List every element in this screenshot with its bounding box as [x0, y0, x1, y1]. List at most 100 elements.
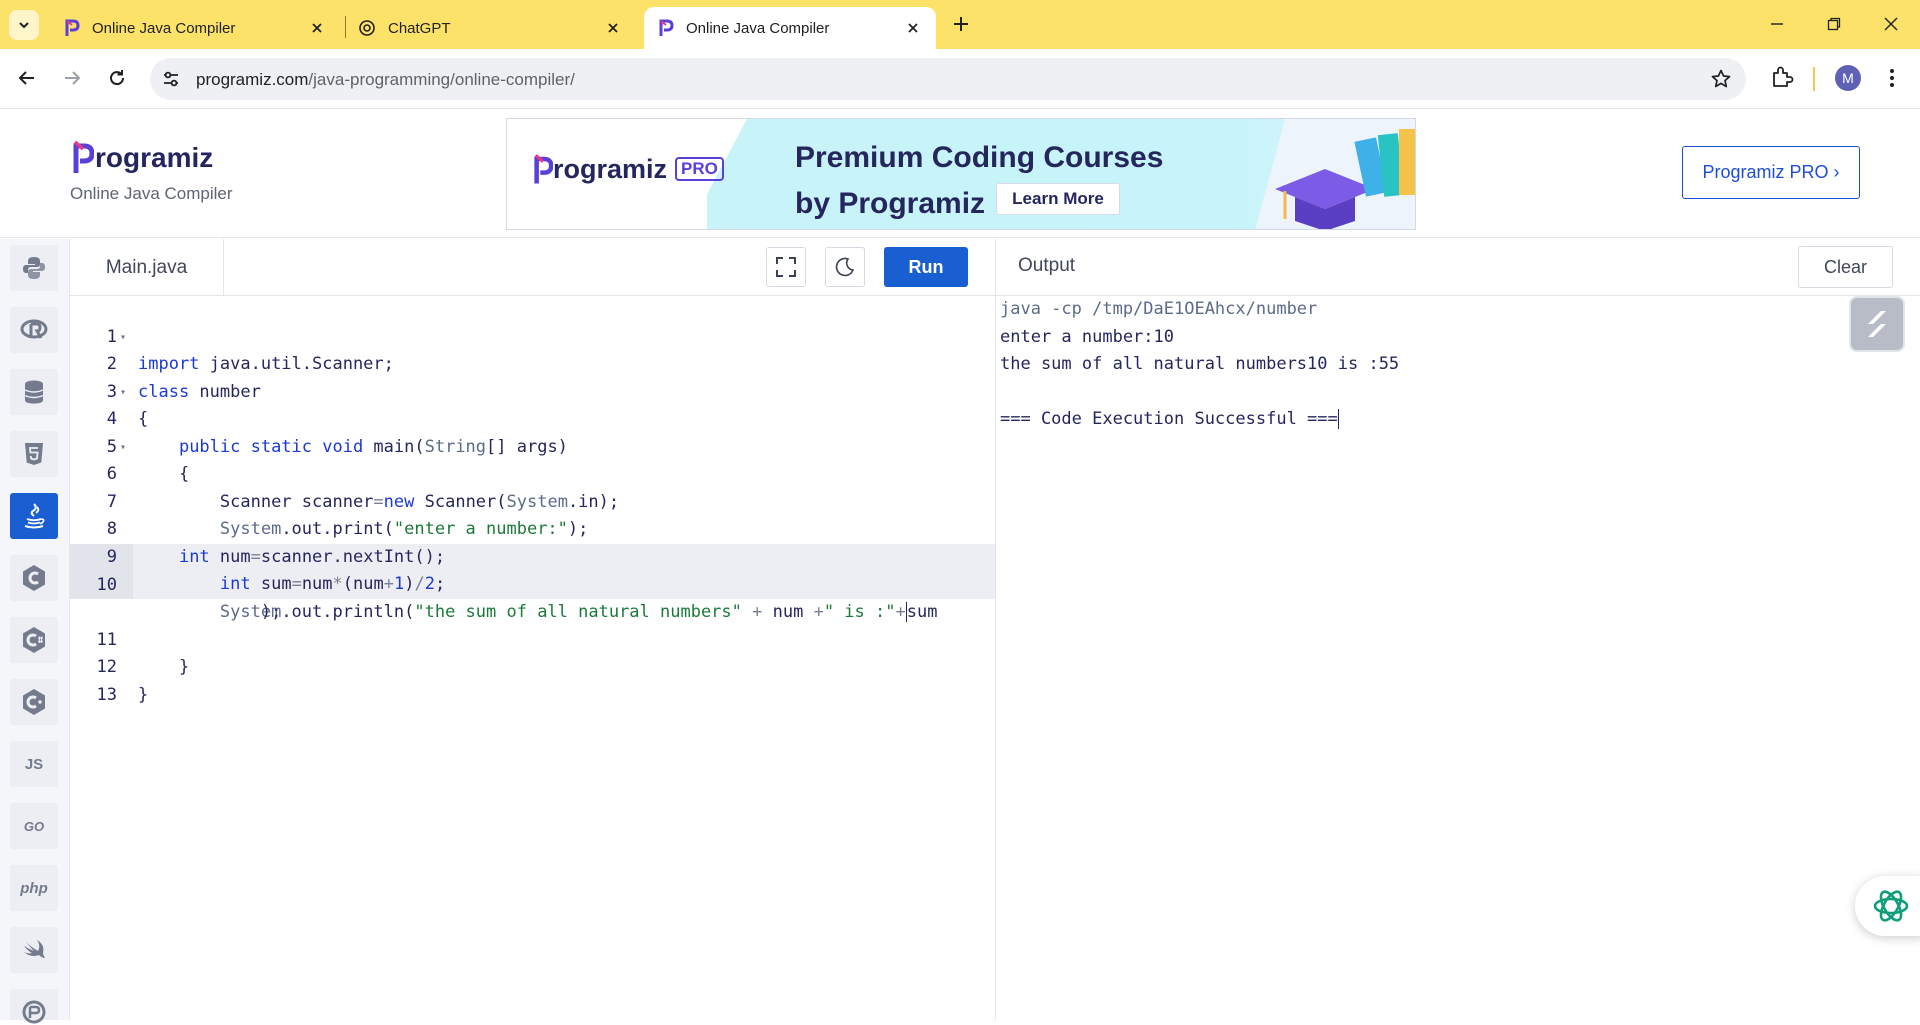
- tab-search-button[interactable]: [9, 10, 39, 40]
- logo-text: rogramiz: [95, 142, 214, 173]
- sidebar-item-python[interactable]: [10, 245, 58, 291]
- sidebar-item-r[interactable]: [10, 307, 58, 353]
- close-tab-icon[interactable]: [604, 19, 622, 37]
- clear-button[interactable]: Clear: [1798, 246, 1893, 288]
- programiz-logo-mark: [73, 140, 94, 173]
- csharp-icon: [23, 627, 45, 653]
- page-subtitle: Online Java Compiler: [70, 184, 233, 203]
- output-status-text: === Code Execution Successful ===: [1000, 409, 1338, 429]
- profile-avatar[interactable]: M: [1835, 65, 1861, 91]
- restore-button[interactable]: [1822, 12, 1846, 36]
- slash-logo-icon: [1868, 311, 1886, 337]
- chatgpt-assistant-button[interactable]: [1855, 876, 1920, 936]
- programiz-logo[interactable]: rogramiz: [72, 140, 213, 174]
- rust-icon: [22, 1000, 46, 1023]
- sidebar-item-html[interactable]: [10, 431, 58, 477]
- banner-logo-mark: [534, 154, 553, 184]
- output-console[interactable]: java -cp /tmp/DaE1OEAhcx/number enter a …: [1000, 296, 1399, 434]
- editor-header: Main.java Run: [70, 239, 995, 296]
- chevron-down-icon: [19, 22, 29, 29]
- js-icon: JS: [24, 755, 44, 773]
- programiz-favicon: [659, 19, 674, 36]
- minimize-button[interactable]: [1765, 12, 1789, 36]
- arrow-left-icon: [18, 71, 34, 85]
- more-menu-icon[interactable]: [1888, 67, 1896, 89]
- html-icon: [25, 443, 43, 465]
- reload-icon: [110, 70, 125, 86]
- sidebar-item-go[interactable]: GO: [10, 803, 58, 849]
- sidebar-item-php[interactable]: php: [10, 865, 58, 911]
- browser-tab-bar: Online Java Compiler ChatGPT Online Java…: [0, 0, 1920, 49]
- chatgpt-icon: [1873, 890, 1909, 922]
- sidebar-item-swift[interactable]: [10, 927, 58, 973]
- banner-logo: rogramiz PRO: [533, 153, 724, 185]
- language-sidebar: JS GO php: [0, 239, 70, 1023]
- code-line: 5 ▾ {: [70, 406, 995, 485]
- new-tab-button[interactable]: [949, 12, 973, 36]
- promo-banner[interactable]: rogramiz PRO Premium Coding Courses by P…: [506, 118, 1416, 230]
- sidebar-item-cpp[interactable]: [10, 679, 58, 725]
- file-tab-main-java[interactable]: Main.java: [70, 239, 224, 296]
- address-bar[interactable]: programiz.com/java-programming/online-co…: [150, 58, 1746, 100]
- sidebar-item-c[interactable]: [10, 555, 58, 601]
- code-line: 7 System.out.print("enter a number:");: [70, 461, 995, 540]
- programiz-pro-button[interactable]: Programiz PRO ›: [1682, 146, 1860, 199]
- sidebar-item-js[interactable]: JS: [10, 741, 58, 787]
- restore-icon: [1827, 17, 1841, 31]
- code-line: 4 public static void main(String[] args): [70, 379, 995, 457]
- tab-title: Online Java Compiler: [686, 19, 830, 37]
- banner-headline-line1: Premium Coding Courses: [795, 141, 1164, 174]
- panel-divider[interactable]: [995, 239, 996, 1020]
- text-cursor: [1337, 409, 1339, 429]
- python-icon: [23, 257, 45, 279]
- close-window-button[interactable]: [1879, 12, 1903, 36]
- dark-mode-button[interactable]: [825, 247, 865, 287]
- site-settings-icon[interactable]: [160, 68, 182, 90]
- browser-tab-1[interactable]: Online Java Compiler: [50, 7, 340, 49]
- bookmark-star-icon[interactable]: [1710, 68, 1732, 90]
- code-line: 9 int sum=num*(num+1)/2;: [70, 516, 995, 595]
- forward-button[interactable]: [57, 63, 87, 93]
- code-editor[interactable]: 1 ▾ import java.util.Scanner; 2 class num…: [70, 296, 995, 1020]
- sidebar-item-csharp[interactable]: [10, 617, 58, 663]
- banner-logo-text: rogramiz: [553, 153, 668, 184]
- c-icon: [23, 565, 45, 591]
- fullscreen-button[interactable]: [766, 247, 806, 287]
- output-line-status: === Code Execution Successful ===: [1000, 406, 1399, 434]
- floating-action-button[interactable]: [1849, 296, 1905, 352]
- browser-toolbar: programiz.com/java-programming/online-co…: [0, 49, 1920, 109]
- go-icon: GO: [23, 818, 45, 834]
- browser-tab-2[interactable]: ChatGPT: [346, 7, 636, 49]
- sql-icon: [24, 380, 44, 404]
- sidebar-item-rust[interactable]: [10, 989, 58, 1023]
- sidebar-item-sql[interactable]: [10, 369, 58, 415]
- code-line: 1 ▾ import java.util.Scanner;: [70, 296, 995, 375]
- url-text[interactable]: programiz.com/java-programming/online-co…: [196, 70, 575, 90]
- programiz-favicon: [65, 19, 80, 36]
- tab-title: ChatGPT: [388, 19, 451, 37]
- sidebar-item-java[interactable]: [10, 493, 58, 539]
- run-button[interactable]: Run: [884, 247, 968, 287]
- browser-tab-3-active[interactable]: Online Java Compiler: [644, 7, 936, 49]
- line-number: 13: [96, 684, 117, 705]
- learn-more-button[interactable]: Learn More: [996, 183, 1120, 215]
- back-button[interactable]: [12, 63, 42, 93]
- output-line: java -cp /tmp/DaE1OEAhcx/number: [1000, 299, 1318, 319]
- fullscreen-icon: [776, 257, 796, 277]
- code-line-active: 10 System.out.println("the sum of all na…: [70, 544, 995, 622]
- extensions-icon[interactable]: [1769, 64, 1795, 90]
- output-line: enter a number:10: [1000, 326, 1174, 347]
- r-icon: [20, 319, 48, 339]
- output-header: Output Clear: [996, 239, 1920, 296]
- cpp-icon: [23, 689, 45, 715]
- reload-button[interactable]: [102, 63, 132, 93]
- code-line: 12 }: [70, 627, 995, 705]
- tab-title: Online Java Compiler: [92, 19, 236, 37]
- close-tab-icon[interactable]: [308, 19, 326, 37]
- code-text: }: [138, 684, 149, 705]
- arrow-right-icon: [65, 71, 81, 85]
- close-tab-icon[interactable]: [904, 19, 922, 37]
- plus-icon: [954, 17, 968, 31]
- code-line: 13: [70, 654, 995, 705]
